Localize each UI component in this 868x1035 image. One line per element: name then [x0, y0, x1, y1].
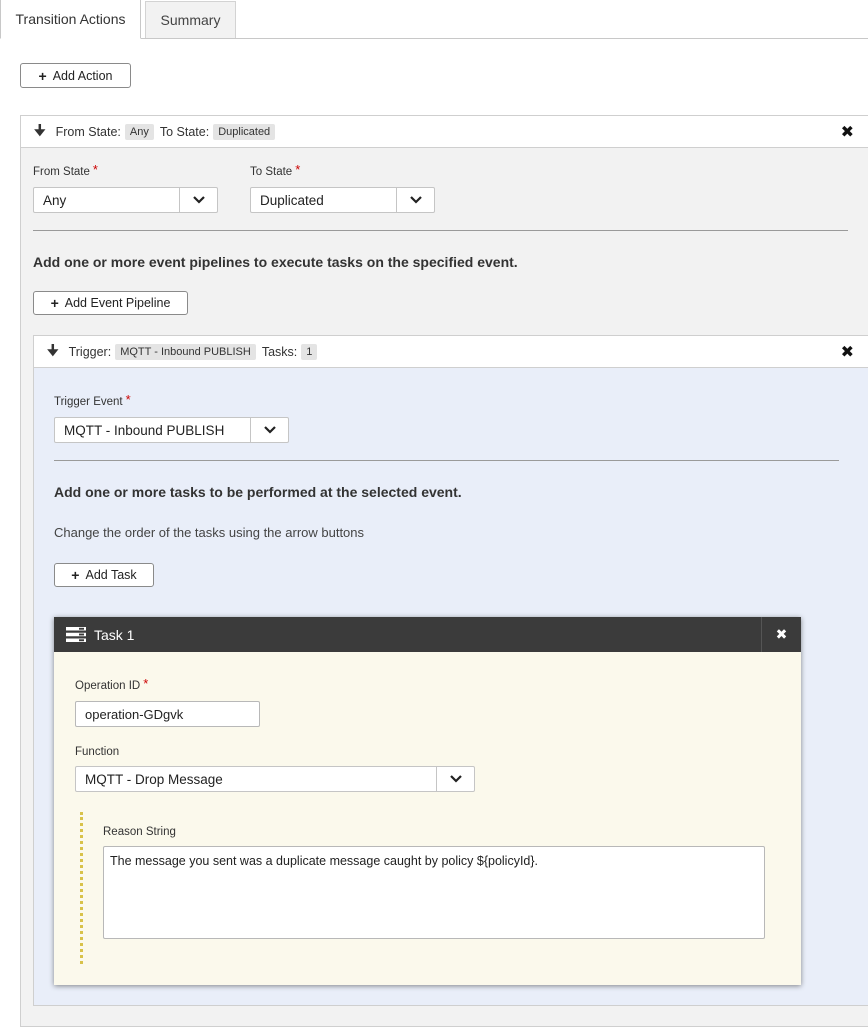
function-value: MQTT - Drop Message — [85, 771, 223, 787]
task-list-icon — [66, 627, 86, 642]
tasks-count-badge: 1 — [301, 343, 318, 360]
to-state-header-label: To State: — [159, 124, 210, 139]
chevron-down-icon — [179, 188, 217, 212]
add-action-button[interactable]: + Add Action — [20, 63, 131, 88]
plus-icon: + — [38, 67, 47, 84]
transition-header[interactable]: 🠋 From State: Any To State: Duplicated ✖ — [20, 115, 868, 148]
reason-string-textarea[interactable]: The message you sent was a duplicate mes… — [103, 846, 765, 939]
trigger-event-select[interactable]: MQTT - Inbound PUBLISH — [54, 417, 289, 443]
operation-id-label: Operation ID * — [75, 676, 149, 692]
trigger-event-label: Trigger Event * — [54, 392, 131, 408]
function-select[interactable]: MQTT - Drop Message — [75, 766, 475, 792]
tasks-hint: Change the order of the tasks using the … — [54, 525, 365, 540]
remove-transition-icon[interactable]: ✖ — [841, 122, 854, 142]
trigger-badge: MQTT - Inbound PUBLISH — [115, 343, 256, 360]
add-action-label: Add Action — [52, 68, 113, 83]
collapse-arrow-icon[interactable]: 🠋 — [34, 120, 46, 144]
chevron-down-icon — [396, 188, 434, 212]
trigger-header-label: Trigger: — [68, 344, 112, 359]
pipeline-header[interactable]: 🠋 Trigger: MQTT - Inbound PUBLISH Tasks:… — [33, 335, 868, 368]
to-state-label: To State * — [250, 162, 301, 178]
from-state-label: From State * — [33, 162, 98, 178]
to-state-badge: Duplicated — [213, 123, 276, 140]
remove-pipeline-icon[interactable]: ✖ — [841, 342, 854, 362]
pipelines-heading: Add one or more event pipelines to execu… — [33, 254, 518, 270]
from-state-value: Any — [43, 192, 67, 208]
tasks-header-label: Tasks: — [261, 344, 298, 359]
task-header[interactable]: Task 1 ✖ — [54, 617, 801, 652]
divider — [54, 460, 839, 461]
task-title: Task 1 — [94, 626, 135, 643]
close-task-icon[interactable]: ✖ — [761, 617, 801, 652]
add-event-pipeline-label: Add Event Pipeline — [64, 296, 171, 310]
tab-summary[interactable]: Summary — [145, 1, 236, 38]
operation-id-input[interactable]: operation-GDgvk — [75, 701, 260, 727]
add-task-label: Add Task — [85, 568, 137, 582]
plus-icon: + — [50, 295, 59, 311]
plus-icon: + — [71, 567, 80, 583]
add-task-button[interactable]: + Add Task — [54, 563, 154, 587]
add-event-pipeline-button[interactable]: + Add Event Pipeline — [33, 291, 188, 315]
tasks-heading: Add one or more tasks to be performed at… — [54, 484, 462, 500]
to-state-value: Duplicated — [260, 192, 324, 208]
tab-transition-actions[interactable]: Transition Actions — [0, 0, 141, 39]
from-state-select[interactable]: Any — [33, 187, 218, 213]
reason-string-label: Reason String — [103, 826, 176, 838]
trigger-event-value: MQTT - Inbound PUBLISH — [64, 422, 225, 438]
divider — [33, 230, 848, 231]
from-state-header-label: From State: — [55, 124, 121, 139]
to-state-select[interactable]: Duplicated — [250, 187, 435, 213]
chevron-down-icon — [436, 767, 474, 791]
function-label: Function — [75, 746, 120, 758]
collapse-arrow-icon[interactable]: 🠋 — [47, 340, 59, 364]
from-state-badge: Any — [124, 123, 154, 140]
nested-indicator — [80, 812, 83, 964]
chevron-down-icon — [250, 418, 288, 442]
